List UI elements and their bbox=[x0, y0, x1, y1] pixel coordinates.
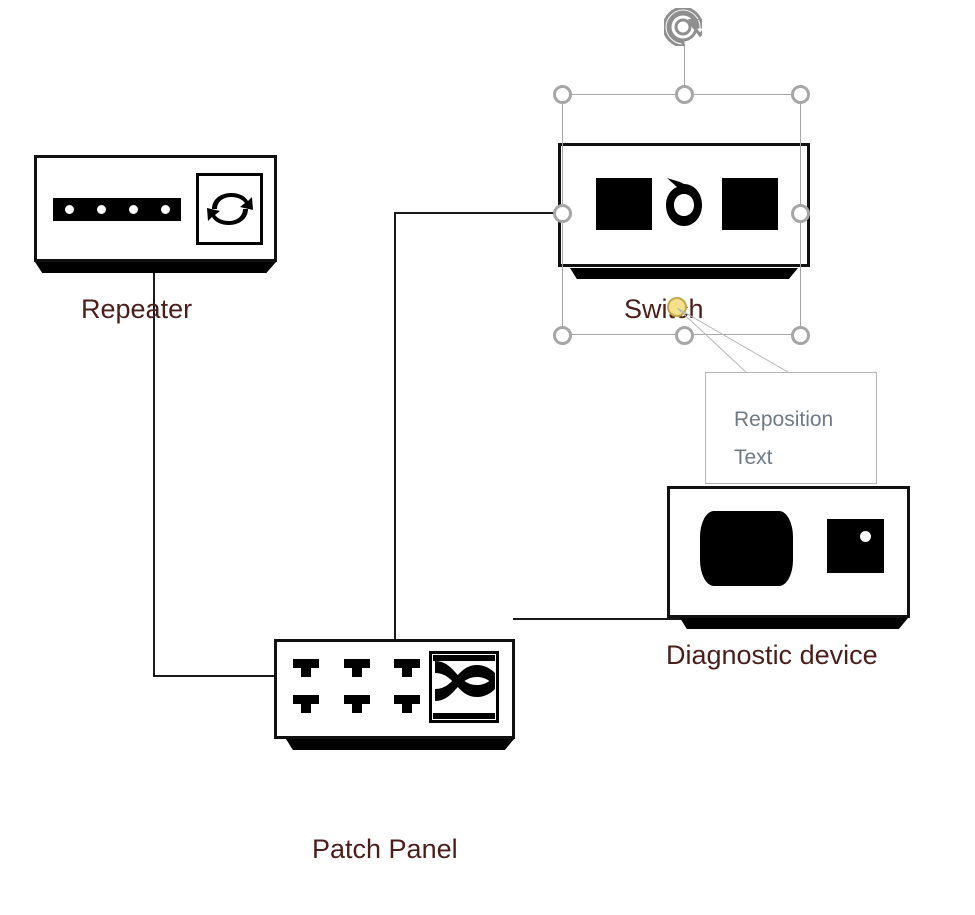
reposition-text-tooltip: Reposition Text bbox=[705, 372, 877, 484]
led-dot bbox=[128, 205, 138, 214]
connector-repeater-patchpanel-horizontal bbox=[153, 675, 276, 677]
diagnostic-label: Diagnostic device bbox=[666, 640, 878, 670]
resize-handle-middle-right[interactable] bbox=[791, 204, 810, 223]
jack-top bbox=[344, 659, 370, 668]
crossed-cables-icon bbox=[429, 651, 499, 723]
tooltip-line-1: Reposition bbox=[734, 408, 834, 431]
jack-top bbox=[344, 695, 370, 704]
patch-panel-jack bbox=[344, 659, 370, 677]
patch-panel-base bbox=[286, 739, 514, 750]
crossed-cables-glyph bbox=[433, 655, 495, 719]
connector-switch-patchpanel-horizontal bbox=[394, 212, 562, 214]
jack-tab bbox=[402, 668, 412, 677]
tooltip-line-2: Text bbox=[734, 446, 773, 469]
led-dot bbox=[160, 205, 170, 214]
resize-handle-bottom-left[interactable] bbox=[553, 326, 572, 345]
jack-tab bbox=[352, 704, 362, 713]
circular-arrows-icon bbox=[196, 173, 263, 245]
patch-panel-jack bbox=[293, 695, 319, 713]
jack-tab bbox=[402, 704, 412, 713]
diagnostic-indicator-panel bbox=[827, 519, 884, 573]
led-dot bbox=[96, 205, 106, 214]
jack-top bbox=[293, 695, 319, 704]
patch-panel-label: Patch Panel bbox=[312, 834, 458, 864]
rotate-icon-glyph bbox=[662, 6, 709, 48]
jack-top bbox=[394, 695, 420, 704]
repeater-base bbox=[35, 262, 276, 273]
diagram-canvas: Repeater Switch Reposition Text Diagnost… bbox=[0, 0, 975, 915]
resize-handle-middle-left[interactable] bbox=[553, 204, 572, 223]
crt-screen-icon bbox=[700, 511, 793, 586]
jack-tab bbox=[301, 668, 311, 677]
jack-tab bbox=[301, 704, 311, 713]
circular-arrows-glyph bbox=[206, 193, 253, 225]
jack-top bbox=[394, 659, 420, 668]
resize-handle-top-center[interactable] bbox=[675, 85, 694, 104]
jack-tab bbox=[352, 668, 362, 677]
patch-panel-jack bbox=[293, 659, 319, 677]
repeater-led-bar bbox=[53, 198, 181, 221]
rotate-handle-icon[interactable] bbox=[662, 6, 709, 48]
connector-switch-patchpanel-vertical bbox=[394, 212, 396, 639]
patch-panel-jack bbox=[394, 659, 420, 677]
repeater-label: Repeater bbox=[81, 294, 193, 324]
patch-panel-jack bbox=[394, 695, 420, 713]
indicator-dot-icon bbox=[860, 531, 871, 542]
resize-handle-bottom-center[interactable] bbox=[675, 326, 694, 345]
resize-handle-top-right[interactable] bbox=[791, 85, 810, 104]
jack-top bbox=[293, 659, 319, 668]
led-dot bbox=[64, 205, 74, 214]
resize-handle-bottom-right[interactable] bbox=[791, 326, 810, 345]
diagnostic-base bbox=[680, 618, 908, 629]
connector-patchpanel-diagnostic bbox=[513, 618, 695, 620]
patch-panel-jack bbox=[344, 695, 370, 713]
resize-handle-top-left[interactable] bbox=[553, 85, 572, 104]
